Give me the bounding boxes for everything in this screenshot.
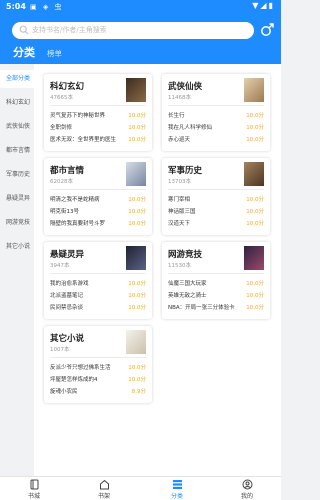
card-count: 11468本	[168, 95, 191, 101]
category-card-mystery[interactable]: 悬疑灵异 3947本 我的治愈系游戏 10.0分 北派盗墓笔记 10.0分 民间禁忌…	[44, 242, 152, 319]
list-item[interactable]: 隔壁的我真要封号斗罗 10.0分	[50, 219, 146, 229]
gender-switch-icon[interactable]	[259, 22, 275, 38]
nav-category[interactable]: 分类	[157, 479, 197, 500]
sidebar-item-wuxia[interactable]: 武侠仙侠	[0, 118, 34, 136]
nav-label: 书架	[97, 493, 110, 500]
card-title: 都市言情	[50, 166, 85, 176]
card-count: 62028本	[50, 179, 73, 185]
card-title: 悬疑灵异	[50, 250, 85, 260]
tab-ranking[interactable]: 榜单	[47, 48, 62, 59]
search-placeholder: 支持书名/作者/主角搜索	[32, 26, 107, 34]
divider	[168, 189, 264, 190]
card-count: 47665本	[50, 95, 73, 101]
list-item[interactable]: 长生行 10.0分	[168, 111, 264, 121]
nav-label: 书城	[27, 493, 40, 500]
category-card-military[interactable]: 军事历史 13703本 寒门宰相 10.0分 神话版三国 10.0分 汉道天下 10.…	[162, 158, 270, 235]
list-item[interactable]: 英雄无敌之骑士 10.0分	[168, 291, 264, 301]
category-grid: 科幻玄幻 47665本 灵气复苏下的神秘世界 10.0分 全职剑修 10.0分 医术…	[34, 64, 281, 476]
signal-battery-icons: ▼◢▮	[252, 1, 275, 10]
nav-bookshelf[interactable]: 书架	[84, 479, 124, 500]
card-count: 13703本	[168, 179, 191, 185]
list-item[interactable]: 寒门宰相 10.0分	[168, 195, 264, 205]
list-item[interactable]: NBA：开局一张三分体验卡 10.0分	[168, 303, 264, 313]
status-bar: 5:04 ▣ ◈ 虫 ▼◢▮	[0, 0, 281, 14]
card-title: 网游竞技	[168, 250, 203, 260]
list-item[interactable]: 神话版三国 10.0分	[168, 207, 264, 217]
category-card-urban[interactable]: 都市言情 62028本 明清之我不是蛇精病 10.0分 明克街13号 10.0分 隔…	[44, 158, 152, 235]
list-item[interactable]: 反派少爷只想过佛系生活 10.0分	[50, 363, 146, 373]
divider	[50, 273, 146, 274]
nav-label: 分类	[170, 493, 183, 500]
nav-bookstore[interactable]: 书城	[14, 479, 54, 500]
category-card-scifi[interactable]: 科幻玄幻 47665本 灵气复苏下的神秘世界 10.0分 全职剑修 10.0分 医术…	[44, 74, 152, 151]
user-icon	[242, 479, 252, 490]
list-item[interactable]: 汉道天下 10.0分	[168, 219, 264, 229]
notification-icons: ▣ ◈ 虫	[30, 3, 64, 11]
book-cover	[126, 246, 146, 270]
divider	[50, 105, 146, 106]
divider	[168, 273, 264, 274]
status-time: 5:04	[6, 2, 26, 11]
divider	[168, 105, 264, 106]
search-input[interactable]: 支持书名/作者/主角搜索	[12, 22, 254, 39]
list-item[interactable]: 旋魂小农民 8.9分	[50, 387, 146, 397]
home-icon	[99, 479, 109, 490]
card-count: 11530本	[168, 263, 191, 269]
divider	[50, 189, 146, 190]
book-cover	[126, 78, 146, 102]
book-cover	[126, 162, 146, 186]
card-title: 其它小说	[50, 334, 85, 344]
list-item[interactable]: 赤心巡天 10.0分	[168, 135, 264, 145]
list-item[interactable]: 北派盗墓笔记 10.0分	[50, 291, 146, 301]
category-icon	[172, 480, 182, 489]
list-item[interactable]: 我的治愈系游戏 10.0分	[50, 279, 146, 289]
list-item[interactable]: 全职剑修 10.0分	[50, 123, 146, 133]
search-icon	[19, 25, 29, 35]
sidebar-item-urban[interactable]: 都市言情	[0, 142, 34, 160]
card-title: 军事历史	[168, 166, 203, 176]
card-count: 1007本	[50, 347, 70, 353]
tab-category[interactable]: 分类	[13, 44, 35, 60]
header: 5:04 ▣ ◈ 虫 ▼◢▮ 支持书名/作者/主角搜索 分类 榜单	[0, 0, 281, 64]
card-count: 3947本	[50, 263, 70, 269]
sidebar-item-all[interactable]: 全部分类	[0, 70, 34, 88]
category-card-wuxia[interactable]: 武侠仙侠 11468本 长生行 10.0分 我在凡人科学修仙 10.0分 赤心巡天 1…	[162, 74, 270, 151]
category-card-other[interactable]: 其它小说 1007本 反派少爷只想过佛系生活 10.0分 坪屋楚怎样炼成的4 10.…	[44, 326, 152, 403]
list-item[interactable]: 明清之我不是蛇精病 10.0分	[50, 195, 146, 205]
book-cover	[244, 78, 264, 102]
list-item[interactable]: 明克街13号 10.0分	[50, 207, 146, 217]
nav-label: 我的	[240, 493, 253, 500]
list-item[interactable]: 我在凡人科学修仙 10.0分	[168, 123, 264, 133]
sidebar-item-gaming[interactable]: 网游竞技	[0, 214, 34, 232]
category-card-gaming[interactable]: 网游竞技 11530本 仙魔三国大玩家 10.0分 英雄无敌之骑士 10.0分 NB…	[162, 242, 270, 319]
sidebar: 全部分类 科幻玄幻 武侠仙侠 都市言情 军事历史 悬疑灵异 网游竞技 其它小说	[0, 64, 34, 476]
list-item[interactable]: 灵气复苏下的神秘世界 10.0分	[50, 111, 146, 121]
bottom-nav: 书城 书架 分类 我的	[0, 476, 281, 500]
book-icon	[30, 479, 38, 490]
list-item[interactable]: 仙魔三国大玩家 10.0分	[168, 279, 264, 289]
list-item[interactable]: 坪屋楚怎样炼成的4 10.0分	[50, 375, 146, 385]
sidebar-item-scifi[interactable]: 科幻玄幻	[0, 94, 34, 112]
list-item[interactable]: 医术无双：全世界里的医生 10.0分	[50, 135, 146, 145]
book-cover	[244, 246, 264, 270]
book-cover	[244, 162, 264, 186]
sidebar-item-mystery[interactable]: 悬疑灵异	[0, 190, 34, 208]
card-title: 科幻玄幻	[50, 82, 85, 92]
sidebar-item-military[interactable]: 军事历史	[0, 166, 34, 184]
divider	[50, 357, 146, 358]
book-cover	[126, 330, 146, 354]
card-title: 武侠仙侠	[168, 82, 203, 92]
sidebar-item-other[interactable]: 其它小说	[0, 238, 34, 256]
nav-profile[interactable]: 我的	[227, 479, 267, 500]
list-item[interactable]: 民间禁忌杂谈 10.0分	[50, 303, 146, 313]
